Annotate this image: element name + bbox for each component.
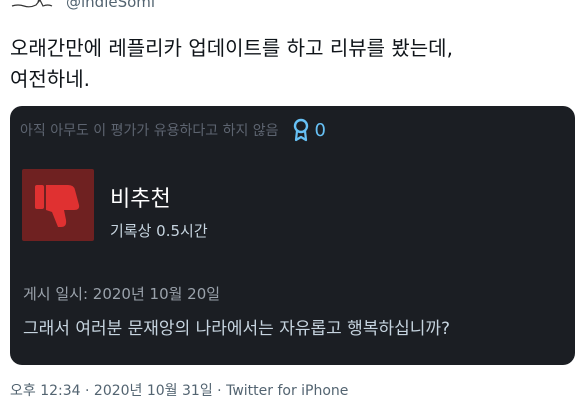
review-verdict: 비추천	[110, 187, 171, 212]
review-card: 아직 아무도 이 평가가 유용하다고 하지 않음 0 비추천 기록상 0.5시간…	[10, 106, 575, 365]
award-ribbon-icon[interactable]	[291, 118, 311, 142]
avatar[interactable]	[10, 0, 56, 16]
award-count: 0	[314, 119, 326, 141]
thumbs-down-icon	[35, 185, 80, 227]
thumb-box	[22, 169, 94, 241]
tweet-timestamp[interactable]: 오후 12:34 · 2020년 10월 31일	[10, 383, 213, 399]
helpful-row: 아직 아무도 이 평가가 유용하다고 하지 않음 0	[20, 118, 326, 142]
posted-date: 게시 일시: 2020년 10월 20일	[23, 285, 221, 303]
tweet-text: 오래간만에 레플리카 업데이트를 하고 리뷰를 봤는데, 여전하네.	[10, 36, 453, 91]
user-handle[interactable]: @indieSomi	[66, 0, 155, 11]
avatar-logo	[11, 0, 53, 8]
meta-separator: ·	[217, 383, 222, 399]
review-body: 그래서 여러분 문재앙의 나라에서는 자유롭고 행복하십니까?	[23, 319, 451, 339]
helpful-text: 아직 아무도 이 평가가 유용하다고 하지 않음	[20, 123, 279, 139]
tweet-meta: 오후 12:34 · 2020년 10월 31일 · Twitter for i…	[10, 380, 348, 400]
tweet-header: @indieSomi	[0, 0, 583, 22]
playtime: 기록상 0.5시간	[110, 222, 208, 240]
tweet-source[interactable]: Twitter for iPhone	[226, 383, 348, 399]
